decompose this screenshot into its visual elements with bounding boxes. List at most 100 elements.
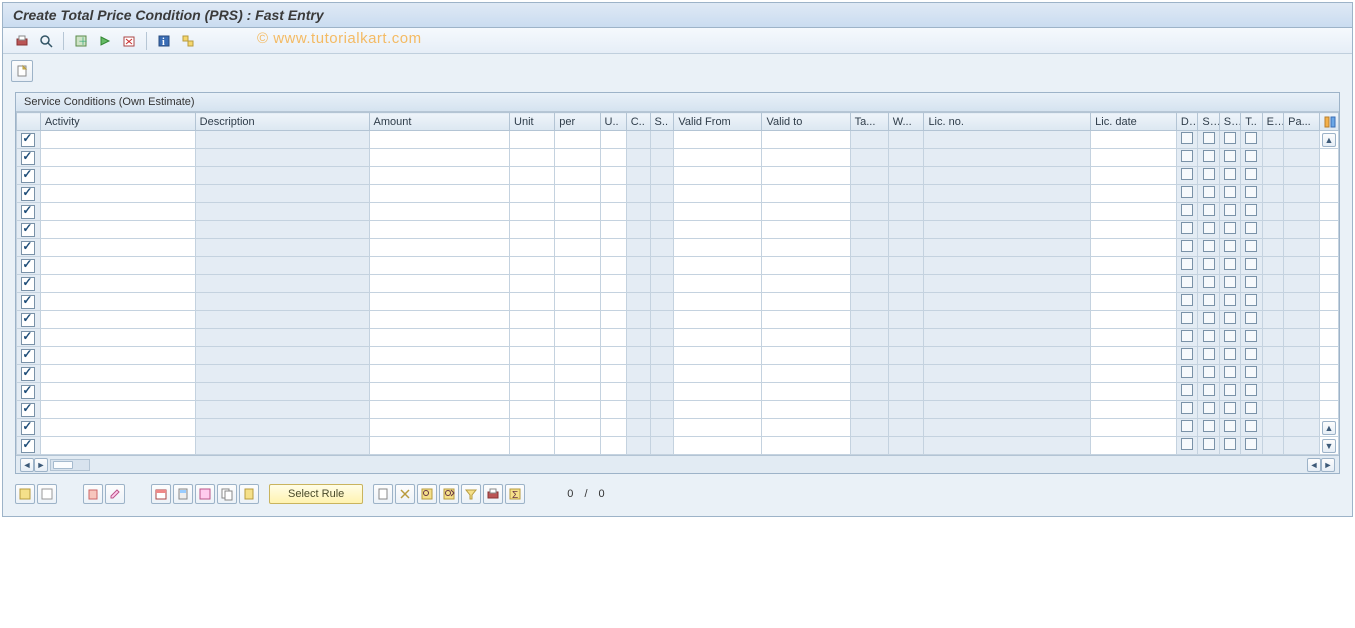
row-selector[interactable] — [21, 439, 35, 453]
table-row[interactable] — [17, 203, 1339, 221]
vertical-scrollbar[interactable] — [1319, 329, 1338, 347]
select-rule-button[interactable]: Select Rule — [269, 484, 363, 504]
vertical-scrollbar[interactable] — [1319, 365, 1338, 383]
print-icon[interactable] — [483, 484, 503, 504]
checkbox[interactable] — [1245, 402, 1257, 414]
vertical-scrollbar[interactable] — [1319, 167, 1338, 185]
row-selector[interactable] — [21, 205, 35, 219]
checkbox[interactable] — [1203, 150, 1215, 162]
checkbox[interactable] — [1203, 366, 1215, 378]
checkbox[interactable] — [1224, 294, 1236, 306]
row-selector[interactable] — [21, 349, 35, 363]
row-selector[interactable] — [21, 277, 35, 291]
s3-col[interactable]: S.. — [1219, 113, 1240, 131]
checkbox[interactable] — [1224, 204, 1236, 216]
per-col[interactable]: per — [555, 113, 600, 131]
vertical-scrollbar[interactable] — [1319, 401, 1338, 419]
find-next-icon[interactable] — [439, 484, 459, 504]
row-selector[interactable] — [21, 313, 35, 327]
checkbox[interactable] — [1203, 294, 1215, 306]
lic-no-col[interactable]: Lic. no. — [924, 113, 1091, 131]
checkbox[interactable] — [1181, 204, 1193, 216]
checkbox[interactable] — [1181, 240, 1193, 252]
checkbox[interactable] — [1203, 132, 1215, 144]
table-row[interactable] — [17, 257, 1339, 275]
checkbox[interactable] — [1224, 240, 1236, 252]
vertical-scrollbar[interactable]: ▲ — [1319, 131, 1338, 149]
table-row[interactable] — [17, 275, 1339, 293]
checkbox[interactable] — [1203, 330, 1215, 342]
checkbox[interactable] — [1203, 240, 1215, 252]
checkbox[interactable] — [1203, 204, 1215, 216]
row-selector[interactable] — [21, 151, 35, 165]
checkbox[interactable] — [1245, 204, 1257, 216]
checkbox[interactable] — [1203, 276, 1215, 288]
checkbox[interactable] — [1224, 348, 1236, 360]
table-row[interactable] — [17, 149, 1339, 167]
checkbox[interactable] — [1224, 258, 1236, 270]
insert-row-icon[interactable]: ＋ — [70, 31, 92, 51]
checkbox[interactable] — [1203, 348, 1215, 360]
checkbox[interactable] — [1181, 276, 1193, 288]
table-row[interactable] — [17, 293, 1339, 311]
paste-icon[interactable] — [239, 484, 259, 504]
row-selector[interactable] — [21, 169, 35, 183]
table-row[interactable] — [17, 347, 1339, 365]
checkbox[interactable] — [1203, 222, 1215, 234]
checkbox[interactable] — [1224, 186, 1236, 198]
row-selector[interactable] — [21, 421, 35, 435]
table-row[interactable]: ▲ — [17, 131, 1339, 149]
vertical-scrollbar[interactable] — [1319, 347, 1338, 365]
checkbox[interactable] — [1181, 168, 1193, 180]
description-col[interactable]: Description — [195, 113, 369, 131]
vertical-scrollbar[interactable] — [1319, 239, 1338, 257]
delete-icon[interactable] — [83, 484, 103, 504]
checkbox[interactable] — [1181, 384, 1193, 396]
checkbox[interactable] — [1245, 294, 1257, 306]
checkbox[interactable] — [1245, 150, 1257, 162]
checkbox[interactable] — [1203, 402, 1215, 414]
valid-to-col[interactable]: Valid to — [762, 113, 850, 131]
checkbox[interactable] — [1203, 312, 1215, 324]
checkbox[interactable] — [1181, 186, 1193, 198]
config-col[interactable] — [1319, 113, 1338, 131]
checkbox[interactable] — [1224, 420, 1236, 432]
info-icon[interactable]: i — [153, 31, 175, 51]
checkbox[interactable] — [1245, 168, 1257, 180]
e-col[interactable]: E.. — [1262, 113, 1283, 131]
unit-col[interactable]: Unit — [510, 113, 555, 131]
table-row[interactable] — [17, 329, 1339, 347]
vertical-scrollbar[interactable] — [1319, 185, 1338, 203]
checkbox[interactable] — [1181, 402, 1193, 414]
scroll-left-icon[interactable]: ◄ — [20, 458, 34, 472]
vertical-scrollbar[interactable] — [1319, 203, 1338, 221]
activity-col[interactable]: Activity — [40, 113, 195, 131]
checkbox[interactable] — [1181, 348, 1193, 360]
new-page-icon[interactable] — [373, 484, 393, 504]
checkbox[interactable] — [1245, 420, 1257, 432]
checkbox[interactable] — [1245, 384, 1257, 396]
checkbox[interactable] — [1245, 330, 1257, 342]
table-row[interactable] — [17, 383, 1339, 401]
checkbox[interactable] — [1245, 222, 1257, 234]
checkbox[interactable] — [1245, 240, 1257, 252]
checkbox[interactable] — [1224, 438, 1236, 450]
checkbox[interactable] — [1245, 348, 1257, 360]
checkbox[interactable] — [1203, 168, 1215, 180]
d-col[interactable]: D.. — [1176, 113, 1197, 131]
table-row[interactable] — [17, 167, 1339, 185]
lic-date-col[interactable]: Lic. date — [1091, 113, 1177, 131]
calculator-icon[interactable] — [173, 484, 193, 504]
unselect-all-icon[interactable] — [37, 484, 57, 504]
select-all-icon[interactable] — [15, 484, 35, 504]
table-row[interactable] — [17, 185, 1339, 203]
tax-col[interactable]: Ta... — [850, 113, 888, 131]
row-selector[interactable] — [21, 241, 35, 255]
checkbox[interactable] — [1203, 186, 1215, 198]
table-row[interactable] — [17, 221, 1339, 239]
row-selector[interactable] — [21, 295, 35, 309]
checkbox[interactable] — [1203, 384, 1215, 396]
row-selector[interactable] — [21, 223, 35, 237]
new-document-icon[interactable] — [11, 60, 33, 82]
checkbox[interactable] — [1203, 258, 1215, 270]
